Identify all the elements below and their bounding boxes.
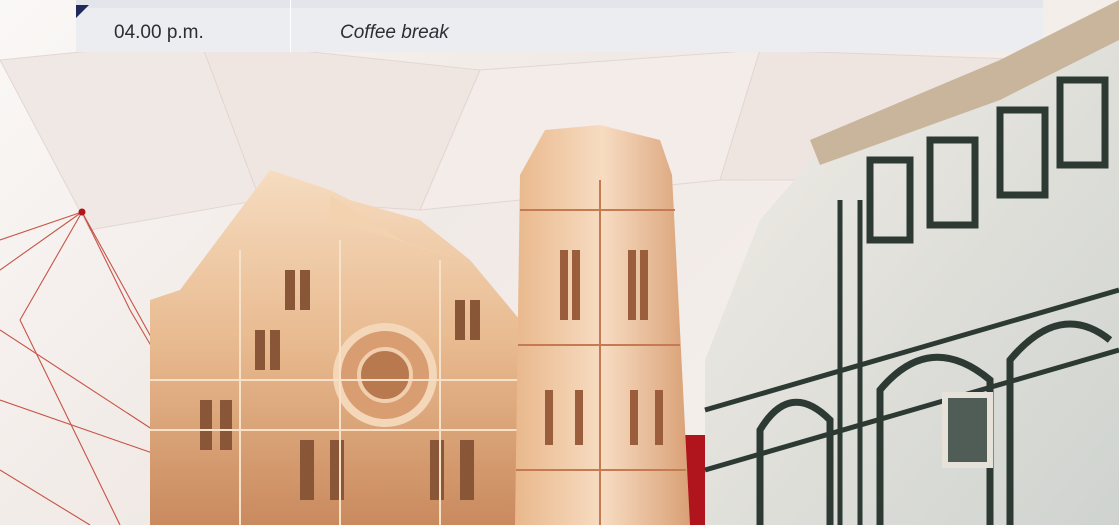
baptistery (704, 0, 1119, 525)
cathedral-facade (150, 170, 520, 525)
florence-cathedral-illustration (150, 0, 1119, 525)
bell-tower (515, 125, 690, 525)
